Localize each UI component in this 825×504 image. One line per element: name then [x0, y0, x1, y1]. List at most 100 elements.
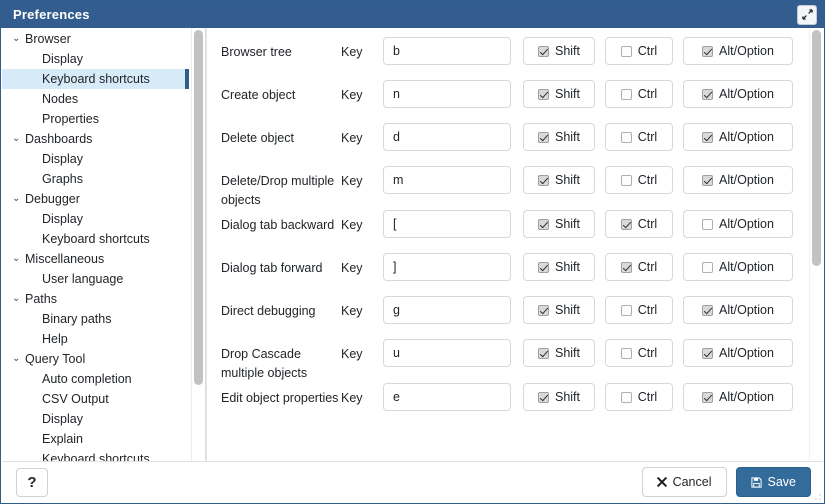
- checkbox-alt-checked[interactable]: [702, 391, 714, 403]
- modifier-toggle-ctrl[interactable]: Ctrl: [605, 253, 673, 281]
- checkbox-alt-checked[interactable]: [702, 304, 714, 316]
- modifier-toggle-shift[interactable]: Shift: [523, 253, 595, 281]
- modifier-toggle-shift[interactable]: Shift: [523, 166, 595, 194]
- key-input[interactable]: [383, 123, 511, 151]
- sidebar-item-display[interactable]: Display: [2, 209, 188, 229]
- modifier-toggle-shift[interactable]: Shift: [523, 123, 595, 151]
- modifier-toggle-ctrl[interactable]: Ctrl: [605, 210, 673, 238]
- modifier-toggle-alt[interactable]: Alt/Option: [683, 123, 793, 151]
- sidebar-item-keyboard-shortcuts[interactable]: Keyboard shortcuts: [2, 229, 188, 249]
- modifier-toggle-alt[interactable]: Alt/Option: [683, 296, 793, 324]
- key-input[interactable]: [383, 339, 511, 367]
- modifier-toggle-alt[interactable]: Alt/Option: [683, 253, 793, 281]
- sidebar-item-properties[interactable]: Properties: [2, 109, 188, 129]
- sidebar-item-debugger[interactable]: ⌄ Debugger: [2, 189, 188, 209]
- modifier-toggle-ctrl[interactable]: Ctrl: [605, 37, 673, 65]
- modifier-toggle-ctrl[interactable]: Ctrl: [605, 339, 673, 367]
- modifier-toggle-ctrl[interactable]: Ctrl: [605, 166, 673, 194]
- sidebar-item-help[interactable]: Help: [2, 329, 188, 349]
- resize-grip-icon[interactable]: [811, 490, 821, 500]
- checkbox-alt-checked[interactable]: [702, 347, 714, 359]
- modifier-toggle-alt[interactable]: Alt/Option: [683, 166, 793, 194]
- sidebar-item-dashboards[interactable]: ⌄ Dashboards: [2, 129, 188, 149]
- sidebar-item-display[interactable]: Display: [2, 409, 188, 429]
- checkbox-shift-checked[interactable]: [537, 174, 549, 186]
- modifier-toggle-ctrl[interactable]: Ctrl: [605, 296, 673, 324]
- modifier-toggle-shift[interactable]: Shift: [523, 296, 595, 324]
- checkbox-alt-unchecked[interactable]: [702, 218, 714, 230]
- checkbox-ctrl-checked[interactable]: [620, 261, 632, 273]
- sidebar-item-paths[interactable]: ⌄ Paths: [2, 289, 188, 309]
- help-button[interactable]: ?: [16, 467, 48, 497]
- checkbox-shift-checked[interactable]: [537, 218, 549, 230]
- checkbox-alt-unchecked[interactable]: [702, 261, 714, 273]
- checkbox-shift-checked[interactable]: [537, 391, 549, 403]
- chevron-down-icon[interactable]: ⌄: [12, 294, 25, 304]
- checkbox-alt-checked[interactable]: [702, 45, 714, 57]
- cancel-button[interactable]: Cancel: [641, 467, 727, 497]
- sidebar-item-display[interactable]: Display: [2, 149, 188, 169]
- sidebar-scrollbar-track[interactable]: [191, 28, 204, 462]
- modifier-toggle-shift[interactable]: Shift: [523, 210, 595, 238]
- key-input[interactable]: [383, 166, 511, 194]
- sidebar-item-display[interactable]: Display: [2, 49, 188, 69]
- checkbox-shift-checked[interactable]: [537, 45, 549, 57]
- checkbox-ctrl-unchecked[interactable]: [620, 347, 632, 359]
- checkbox-shift-checked[interactable]: [537, 88, 549, 100]
- sidebar-scrollbar-thumb[interactable]: [194, 30, 203, 385]
- sidebar-item-keyboard-shortcuts[interactable]: Keyboard shortcuts: [2, 69, 189, 89]
- key-input[interactable]: [383, 383, 511, 411]
- chevron-down-icon[interactable]: ⌄: [12, 254, 25, 264]
- checkbox-shift-checked[interactable]: [537, 131, 549, 143]
- chevron-down-icon[interactable]: ⌄: [12, 354, 25, 364]
- key-input[interactable]: [383, 253, 511, 281]
- sidebar-item-browser[interactable]: ⌄ Browser: [2, 29, 188, 49]
- key-input[interactable]: [383, 210, 511, 238]
- sidebar-item-miscellaneous[interactable]: ⌄ Miscellaneous: [2, 249, 188, 269]
- key-input[interactable]: [383, 37, 511, 65]
- chevron-down-icon[interactable]: ⌄: [12, 134, 25, 144]
- modifier-toggle-alt[interactable]: Alt/Option: [683, 37, 793, 65]
- checkbox-ctrl-unchecked[interactable]: [620, 174, 632, 186]
- modifier-toggle-shift[interactable]: Shift: [523, 383, 595, 411]
- modifier-toggle-alt[interactable]: Alt/Option: [683, 383, 793, 411]
- checkbox-ctrl-unchecked[interactable]: [620, 304, 632, 316]
- sidebar-item-graphs[interactable]: Graphs: [2, 169, 188, 189]
- maximize-diagonal-icon[interactable]: [797, 4, 817, 25]
- checkbox-ctrl-unchecked[interactable]: [620, 88, 632, 100]
- shortcut-row: Delete/Drop multiple objects Key Shift Ctrl…: [207, 166, 807, 210]
- modifier-toggle-alt[interactable]: Alt/Option: [683, 210, 793, 238]
- checkbox-alt-checked[interactable]: [702, 88, 714, 100]
- chevron-down-icon[interactable]: ⌄: [12, 194, 25, 204]
- modifier-toggle-ctrl[interactable]: Ctrl: [605, 383, 673, 411]
- checkbox-ctrl-unchecked[interactable]: [620, 391, 632, 403]
- checkbox-shift-checked[interactable]: [537, 347, 549, 359]
- sidebar-item-user-language[interactable]: User language: [2, 269, 188, 289]
- main-scrollbar-thumb[interactable]: [812, 30, 821, 266]
- modifier-toggle-shift[interactable]: Shift: [523, 339, 595, 367]
- checkbox-alt-checked[interactable]: [702, 131, 714, 143]
- checkbox-ctrl-checked[interactable]: [620, 218, 632, 230]
- key-input[interactable]: [383, 296, 511, 324]
- modifier-toggle-alt[interactable]: Alt/Option: [683, 80, 793, 108]
- modifier-toggle-shift[interactable]: Shift: [523, 37, 595, 65]
- modifier-toggle-alt[interactable]: Alt/Option: [683, 339, 793, 367]
- modifier-toggle-shift[interactable]: Shift: [523, 80, 595, 108]
- chevron-down-icon[interactable]: ⌄: [12, 34, 25, 44]
- sidebar-item-nodes[interactable]: Nodes: [2, 89, 188, 109]
- checkbox-ctrl-unchecked[interactable]: [620, 131, 632, 143]
- sidebar-item-auto-completion[interactable]: Auto completion: [2, 369, 188, 389]
- modifier-toggle-ctrl[interactable]: Ctrl: [605, 80, 673, 108]
- checkbox-shift-checked[interactable]: [537, 261, 549, 273]
- sidebar-item-query-tool[interactable]: ⌄ Query Tool: [2, 349, 188, 369]
- sidebar-item-csv-output[interactable]: CSV Output: [2, 389, 188, 409]
- checkbox-shift-checked[interactable]: [537, 304, 549, 316]
- key-input[interactable]: [383, 80, 511, 108]
- sidebar-item-binary-paths[interactable]: Binary paths: [2, 309, 188, 329]
- sidebar-item-explain[interactable]: Explain: [2, 429, 188, 449]
- modifier-toggle-ctrl[interactable]: Ctrl: [605, 123, 673, 151]
- checkbox-alt-checked[interactable]: [702, 174, 714, 186]
- save-button[interactable]: Save: [735, 467, 811, 497]
- checkbox-ctrl-unchecked[interactable]: [620, 45, 632, 57]
- main-scrollbar-track[interactable]: [809, 28, 822, 462]
